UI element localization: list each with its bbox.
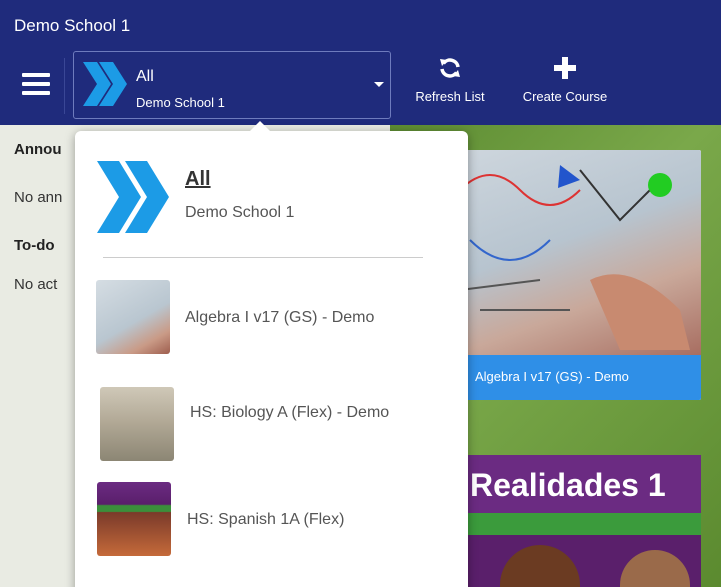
dropdown-item-spanish[interactable]: HS: Spanish 1A (Flex)	[75, 479, 468, 569]
refresh-list-button[interactable]: Refresh List	[405, 56, 495, 104]
dropdown-all-label: All	[185, 168, 211, 190]
top-bar: Demo School 1 All Demo School 1 Refresh …	[0, 0, 721, 125]
dropdown-item-label: HS: Biology A (Flex) - Demo	[190, 404, 390, 421]
selector-secondary-label: Demo School 1	[136, 95, 225, 110]
refresh-icon	[440, 58, 460, 78]
selector-primary-label: All	[136, 68, 154, 85]
announcements-empty-text: No ann	[14, 189, 63, 206]
dropdown-item-biology[interactable]: HS: Biology A (Flex) - Demo	[75, 383, 468, 473]
announcements-title: Annou	[14, 141, 62, 158]
dropdown-item-label: Algebra I v17 (GS) - Demo	[185, 309, 375, 326]
dropdown-divider	[103, 257, 423, 258]
school-selector-dropdown[interactable]: All Demo School 1	[73, 51, 391, 119]
header-divider	[64, 58, 65, 114]
school-title: Demo School 1	[14, 16, 131, 35]
create-course-label: Create Course	[522, 89, 608, 104]
cover-stripe	[440, 513, 701, 535]
create-course-button[interactable]: Create Course	[510, 56, 620, 104]
course-thumbnail	[97, 482, 171, 556]
course-card-title: Algebra I v17 (GS) - Demo	[440, 355, 701, 400]
plus-icon	[554, 57, 576, 79]
dropdown-option-all[interactable]: All Demo School 1	[75, 131, 468, 246]
dropdown-school-label: Demo School 1	[185, 204, 295, 221]
course-thumbnail	[100, 387, 174, 461]
cover-photo-person	[500, 545, 580, 587]
chevron-logo-icon	[83, 62, 127, 106]
course-card-algebra[interactable]: Algebra I v17 (GS) - Demo	[440, 150, 701, 400]
cover-photo-person-2	[620, 550, 690, 587]
dropdown-item-algebra[interactable]: Algebra I v17 (GS) - Demo	[75, 276, 468, 366]
course-thumbnail	[96, 280, 170, 354]
todo-title: To-do	[14, 237, 55, 254]
refresh-list-label: Refresh List	[415, 89, 485, 104]
course-card-image	[440, 150, 701, 355]
popover-arrow	[250, 121, 270, 131]
caret-down-icon	[374, 82, 384, 87]
course-card-spanish[interactable]: Realidades 1	[440, 455, 701, 587]
course-card-cover-title: Realidades 1	[470, 467, 666, 503]
todo-empty-text: No act	[14, 276, 58, 293]
dropdown-item-label: HS: Spanish 1A (Flex)	[187, 511, 345, 528]
chevron-logo-icon	[97, 161, 169, 233]
menu-icon[interactable]	[22, 73, 50, 95]
course-selector-popover: All Demo School 1 Algebra I v17 (GS) - D…	[75, 121, 468, 587]
